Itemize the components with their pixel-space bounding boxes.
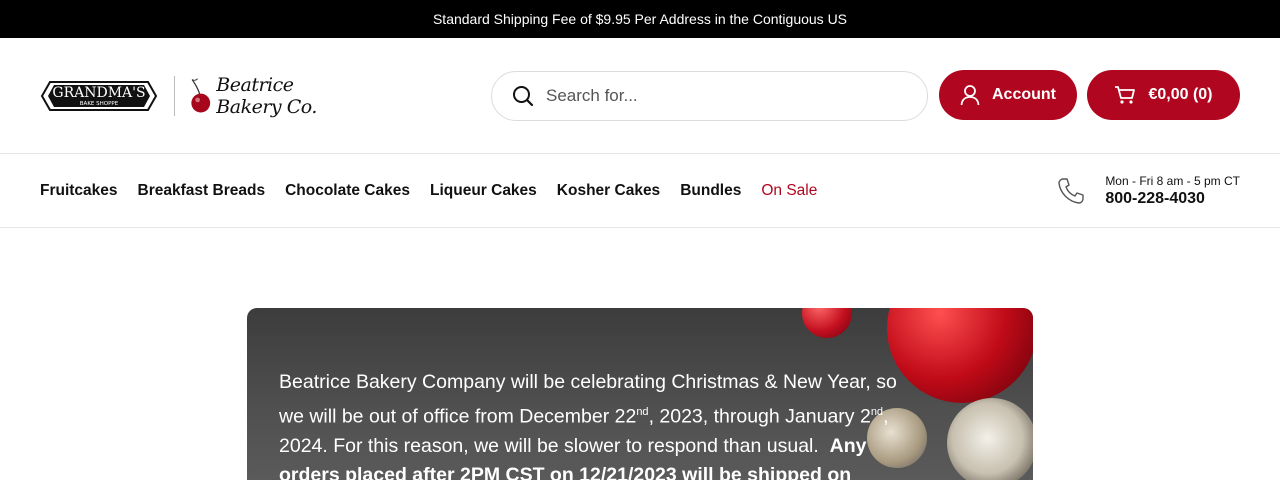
cart-label: €0,00 (0) <box>1148 86 1213 103</box>
nav-item-fruitcakes[interactable]: Fruitcakes <box>40 182 118 200</box>
nav-item-breakfast-breads[interactable]: Breakfast Breads <box>138 182 266 200</box>
search-box[interactable] <box>491 71 928 121</box>
nav-item-liqueur-cakes[interactable]: Liqueur Cakes <box>430 182 537 200</box>
announcement-bar: Standard Shipping Fee of $9.95 Per Addre… <box>0 0 1280 38</box>
cart-button[interactable]: €0,00 (0) <box>1087 70 1240 120</box>
holiday-banner-image: Beatrice Bakery Company will be celebrat… <box>247 308 1033 480</box>
site-header: GRANDMA'S BAKE SHOPPE Beatrice Bakery Co… <box>0 38 1280 154</box>
ornament-decoration <box>947 398 1033 480</box>
banner-line: Beatrice Bakery Company will be celebrat… <box>279 371 897 393</box>
nav-item-chocolate-cakes[interactable]: Chocolate Cakes <box>285 182 410 200</box>
contact-info[interactable]: Mon - Fri 8 am - 5 pm CT 800-228-4030 <box>1057 174 1240 208</box>
banner-line: 2024. For this reason, we will be slower… <box>279 434 867 457</box>
banner-line: orders placed after 2PM CST on 12/21/202… <box>279 464 852 480</box>
phone-icon <box>1058 178 1085 204</box>
logo[interactable]: GRANDMA'S BAKE SHOPPE Beatrice Bakery Co… <box>40 71 360 121</box>
nav-item-on-sale[interactable]: On Sale <box>761 182 817 200</box>
ornament-decoration <box>802 308 852 338</box>
search-icon <box>513 86 534 107</box>
grandmas-logo: GRANDMA'S BAKE SHOPPE <box>40 76 158 116</box>
beatrice-logo-text: Beatrice Bakery Co. <box>216 73 317 118</box>
main-nav: Fruitcakes Breakfast Breads Chocolate Ca… <box>0 154 1280 228</box>
contact-phone[interactable]: 800-228-4030 <box>1105 190 1240 208</box>
beatrice-logo: Beatrice Bakery Co. <box>189 71 360 121</box>
search-input[interactable] <box>546 86 886 106</box>
logo-divider <box>174 75 175 116</box>
cherry-icon <box>191 77 210 112</box>
contact-hours: Mon - Fri 8 am - 5 pm CT <box>1105 174 1240 188</box>
user-icon <box>960 85 980 106</box>
account-label: Account <box>992 86 1056 103</box>
announcement-text: Standard Shipping Fee of $9.95 Per Addre… <box>432 11 848 27</box>
nav-item-bundles[interactable]: Bundles <box>680 182 741 200</box>
grandmas-logo-subtext: BAKE SHOPPE <box>80 101 119 107</box>
banner-line: we will be out of office from December 2… <box>279 405 889 427</box>
nav-item-kosher-cakes[interactable]: Kosher Cakes <box>557 182 660 200</box>
banner-message: Beatrice Bakery Company will be celebrat… <box>279 368 949 480</box>
account-button[interactable]: Account <box>939 70 1077 120</box>
grandmas-logo-text: GRANDMA'S <box>52 85 145 101</box>
cart-icon <box>1115 86 1136 104</box>
